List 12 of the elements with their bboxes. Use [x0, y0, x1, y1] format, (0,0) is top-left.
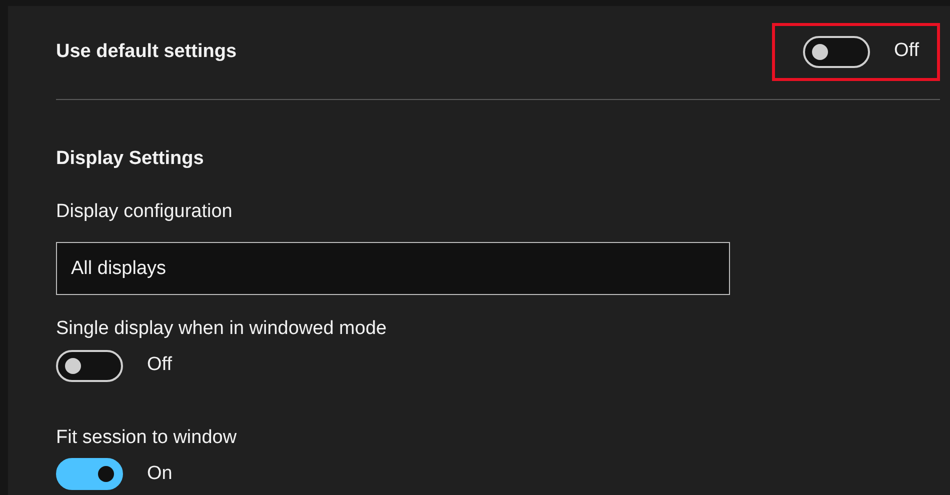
toggle-state: On	[147, 462, 172, 486]
toggle-state: Off	[894, 39, 919, 64]
option-label: Fit session to window	[56, 426, 238, 450]
display-configuration-field[interactable]: All displays	[56, 242, 730, 295]
field-label: Display configuration	[56, 200, 234, 224]
toggle-state: Off	[147, 353, 172, 378]
toggle-switch[interactable]	[56, 458, 123, 490]
toggle-switch[interactable]	[56, 350, 123, 382]
option-label: Single display when in windowed mode	[56, 317, 388, 341]
toggle-switch[interactable]	[803, 36, 870, 68]
setting-label: Use default settings	[56, 40, 237, 64]
section-title: Display Settings	[56, 147, 205, 171]
